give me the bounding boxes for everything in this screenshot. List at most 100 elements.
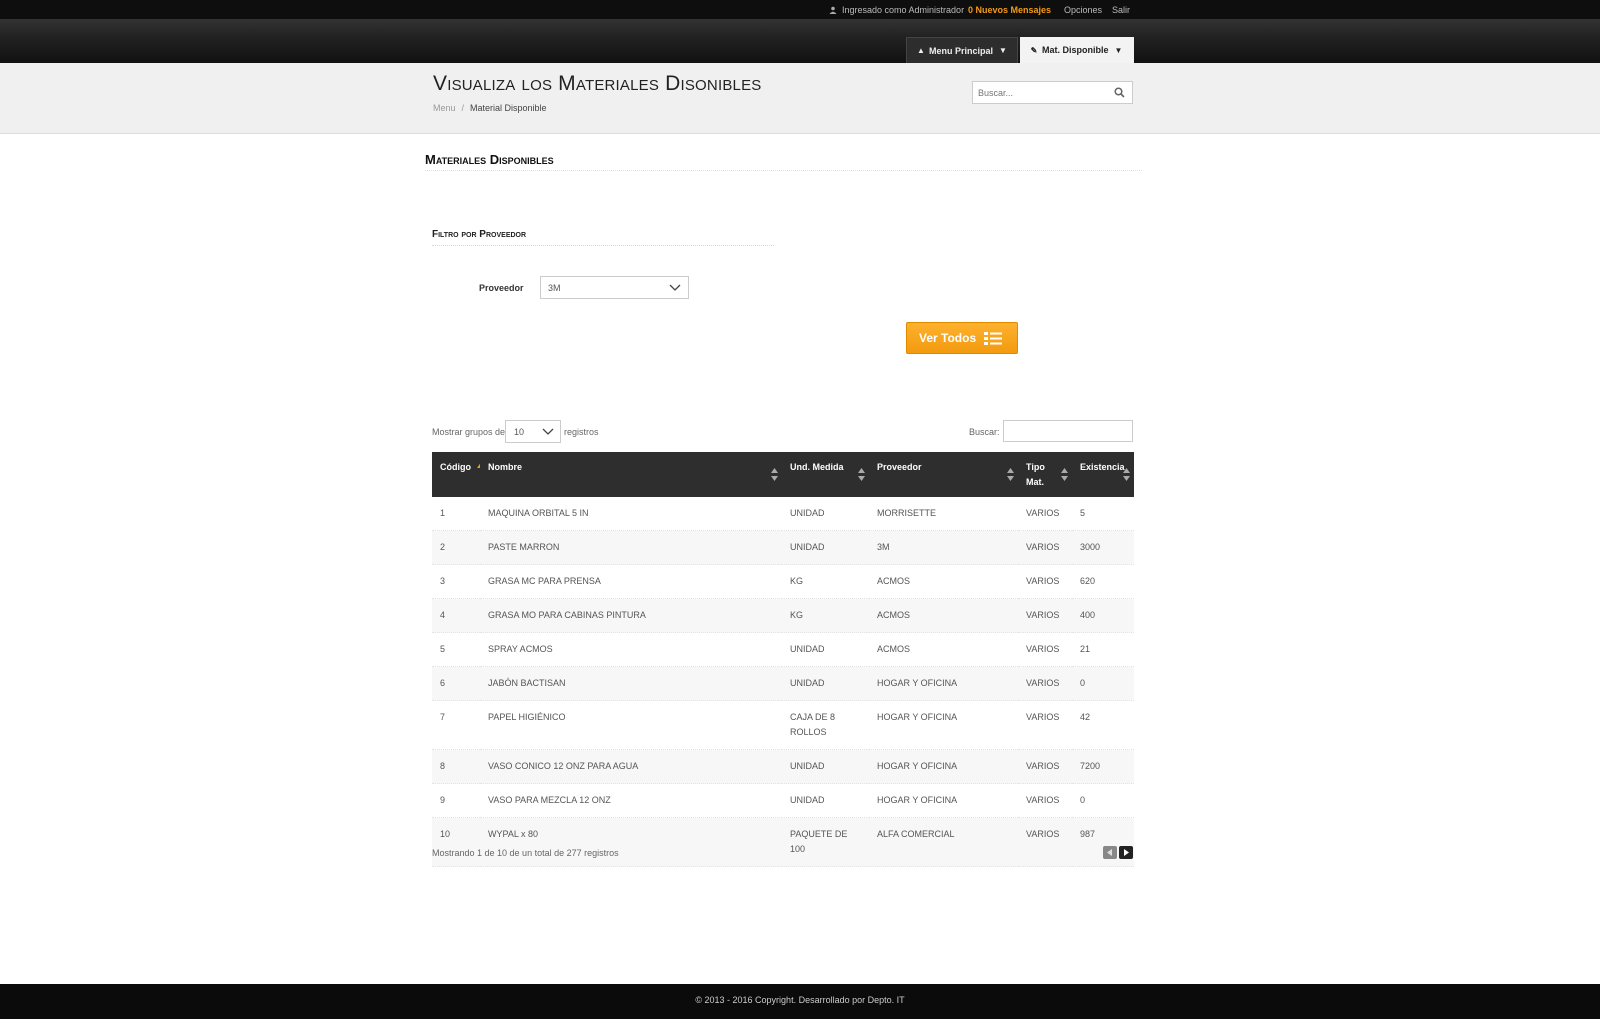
column-header-label: Nombre [488,462,523,472]
table-cell: ALFA COMERCIAL [869,817,1018,867]
table-cell: VARIOS [1018,632,1072,667]
breadcrumb: Menu / Material Disponible [433,103,547,113]
table-cell: 9 [432,783,480,818]
table-cell: 6 [432,666,480,701]
table-cell: 400 [1072,598,1134,633]
breadcrumb-menu-link[interactable]: Menu [433,103,456,113]
user-icon [829,6,837,14]
site-search-input[interactable] [973,82,1103,103]
chevron-down-icon [669,284,681,291]
search-icon[interactable] [1114,87,1125,98]
copyright-text: © 2013 - 2016 Copyright. Desarrollado po… [695,995,905,1005]
page-size-select[interactable]: 10 [505,420,561,443]
table-cell: VARIOS [1018,497,1072,531]
table-cell: KG [782,598,869,633]
table-cell: 5 [1072,497,1134,531]
table-cell: ACMOS [869,564,1018,599]
table-cell: 5 [432,632,480,667]
provider-select[interactable]: 3M [540,276,689,299]
column-header[interactable]: Código [432,452,484,497]
chevron-down-icon: ▼ [999,46,1007,55]
site-search-box [972,81,1133,104]
table-cell: VARIOS [1018,700,1072,750]
column-header[interactable]: Proveedor [869,452,1018,497]
table-cell: JABÓN BACTISAN [480,666,782,701]
table-cell: VARIOS [1018,749,1072,784]
pencil-icon: ✎ [1030,45,1038,55]
table-cell: VARIOS [1018,564,1072,599]
table-cell: 4 [432,598,480,633]
table-header-row: Código Nombre Und. Medida Proveedor Tipo Mat… [432,452,1134,497]
filter-title: Filtro por Proveedor [432,229,527,240]
logout-link[interactable]: Salir [1112,5,1130,15]
table-cell: VASO PARA MEZCLA 12 ONZ [480,783,782,818]
table-cell: 42 [1072,700,1134,750]
column-header[interactable]: Tipo Mat. [1018,452,1072,497]
table-cell: 8 [432,749,480,784]
table-body: 1 MAQUINA ORBITAL 5 IN UNIDAD MORRISETTE VAR… [432,497,1134,867]
table-row: 5 SPRAY ACMOS UNIDAD ACMOS VARIOS 21 [432,632,1134,667]
table-search-input[interactable] [1003,420,1133,442]
page-size-label: Mostrar grupos de [432,427,506,437]
table-cell: HOGAR Y OFICINA [869,666,1018,701]
table-cell: 21 [1072,632,1134,667]
page-size-value: 10 [514,427,525,437]
page-header: Visualiza los Materiales Disonibles Menu… [0,63,1600,134]
sort-icon [858,468,865,481]
main-menu-button[interactable]: ▲ Menu Principal ▼ [906,37,1018,63]
top-strip: Ingresado como Administrador 0 Nuevos Me… [0,0,1600,19]
nav-bar: ▲ Menu Principal ▼ ✎ Mat. Disponible ▼ [0,19,1600,63]
table-cell: 1 [432,497,480,531]
chevron-down-icon: ▼ [1114,45,1123,55]
table-cell: PAQUETE DE 100 [782,817,869,867]
table-row: 7 PAPEL HIGIÉNICO CAJA DE 8 ROLLOS HOGAR Y … [432,700,1134,750]
main-menu-label: Menu Principal [929,45,994,56]
table-cell: MORRISETTE [869,497,1018,531]
column-header[interactable]: Nombre [480,452,782,497]
options-link[interactable]: Opciones [1064,5,1102,15]
table-cell: KG [782,564,869,599]
table-cell: PAPEL HIGIÉNICO [480,700,782,750]
table-cell: 7200 [1072,749,1134,784]
new-messages-link[interactable]: 0 Nuevos Mensajes [968,5,1051,15]
table-info: Mostrando 1 de 10 de un total de 277 reg… [432,848,619,858]
table-row: 1 MAQUINA ORBITAL 5 IN UNIDAD MORRISETTE VAR… [432,497,1134,531]
table-cell: GRASA MO PARA CABINAS PINTURA [480,598,782,633]
table-cell: VARIOS [1018,598,1072,633]
current-section-button[interactable]: ✎ Mat. Disponible ▼ [1020,37,1134,63]
table-cell: 10 [432,817,480,867]
table-cell: 987 [1072,817,1134,867]
table-cell: 3M [869,530,1018,565]
table-cell: PASTE MARRON [480,530,782,565]
arrow-left-icon [1107,849,1112,856]
table-cell: UNIDAD [782,749,869,784]
divider [425,170,1142,171]
table-row: 6 JABÓN BACTISAN UNIDAD HOGAR Y OFICINA VARI… [432,666,1134,701]
next-page-button[interactable] [1119,846,1133,859]
table-cell: 0 [1072,666,1134,701]
table-row: 8 VASO CONICO 12 ONZ PARA AGUA UNIDAD HOGAR… [432,749,1134,784]
table-cell: UNIDAD [782,497,869,531]
current-section-label: Mat. Disponible [1042,45,1109,55]
divider [432,245,774,246]
table-cell: SPRAY ACMOS [480,632,782,667]
column-header[interactable]: Und. Medida [782,452,869,497]
table-cell: 0 [1072,783,1134,818]
sort-icon [1123,468,1130,481]
view-all-label: Ver Todos [919,331,977,345]
table-cell: 3 [432,564,480,599]
logged-in-text: Ingresado como Administrador [842,5,965,15]
table-cell: 3000 [1072,530,1134,565]
column-header[interactable]: Existencia [1072,452,1134,497]
table-row: 3 GRASA MC PARA PRENSA KG ACMOS VARIOS 620 [432,564,1134,599]
table-cell: ACMOS [869,598,1018,633]
previous-page-button[interactable] [1103,846,1117,859]
sort-icon [771,468,778,481]
column-header-label: Und. Medida [790,462,844,472]
table-cell: MAQUINA ORBITAL 5 IN [480,497,782,531]
view-all-button[interactable]: Ver Todos [906,322,1018,354]
table-search-label: Buscar: [969,427,1000,437]
table-cell: HOGAR Y OFICINA [869,783,1018,818]
table-cell: 2 [432,530,480,565]
provider-selected-value: 3M [548,283,561,293]
